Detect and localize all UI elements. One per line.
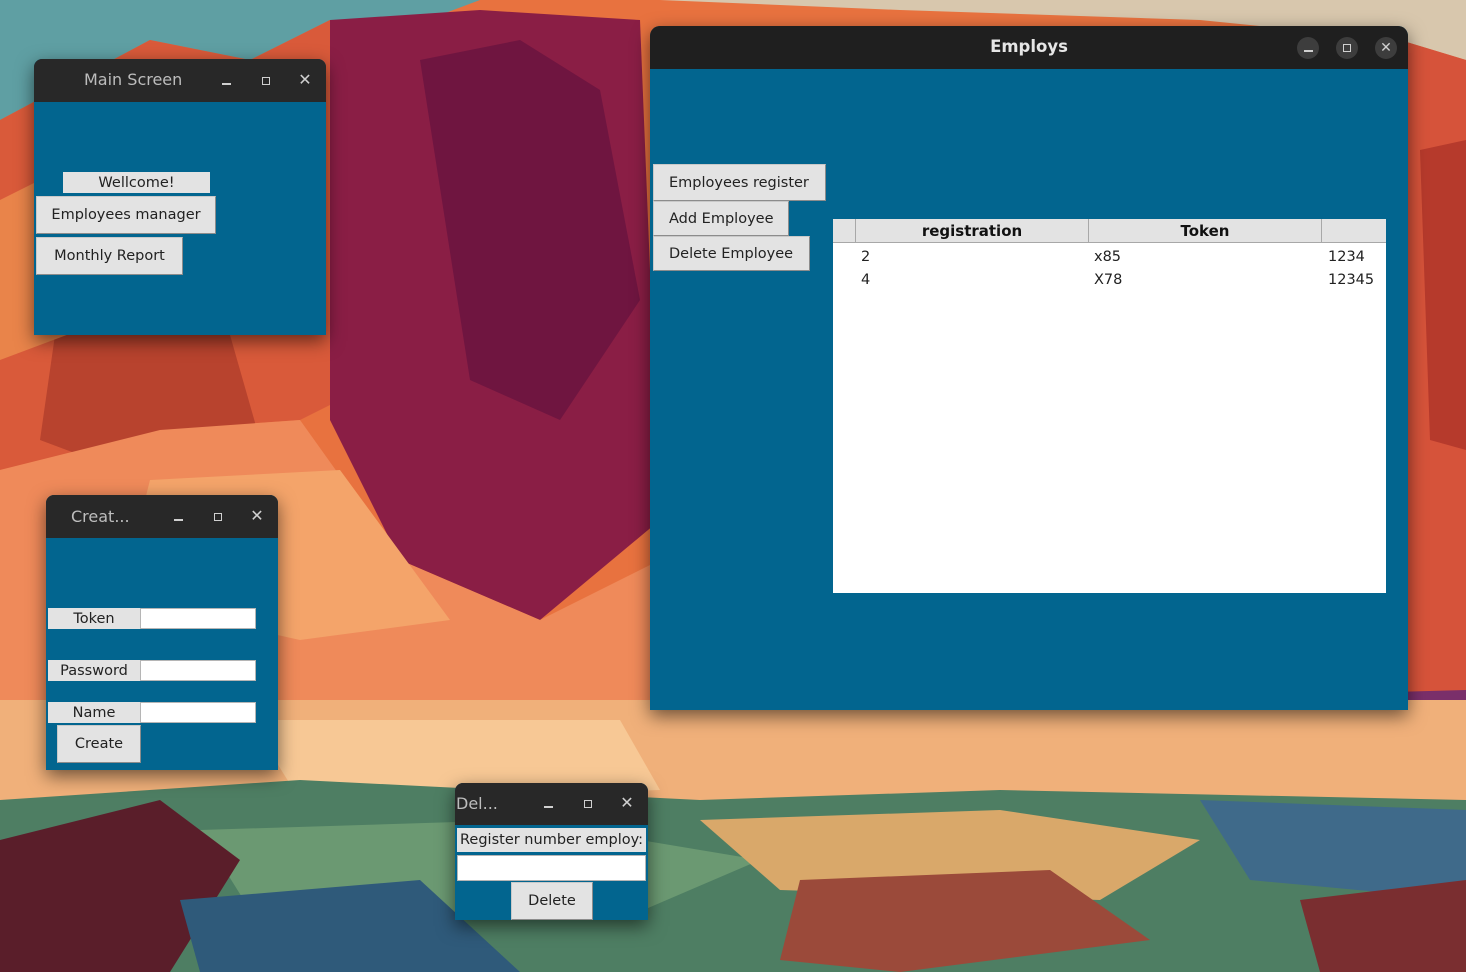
monthly-report-button[interactable]: Monthly Report: [36, 237, 183, 275]
password-label: Password: [48, 660, 140, 681]
register-number-label: Register number employ:: [457, 828, 646, 852]
minimize-icon[interactable]: [167, 506, 189, 528]
close-icon[interactable]: ✕: [294, 69, 316, 91]
welcome-label: Wellcome!: [63, 172, 210, 193]
main-screen-title: Main Screen: [84, 70, 183, 89]
table-header: registration Token: [833, 219, 1386, 243]
cell-registration: x85: [1094, 249, 1122, 265]
cell-registration: X78: [1094, 272, 1123, 288]
add-employee-button[interactable]: Add Employee: [653, 201, 789, 236]
employees-register-button[interactable]: Employees register: [653, 164, 826, 201]
minimize-icon[interactable]: [1297, 37, 1319, 59]
minimize-icon[interactable]: [215, 70, 237, 92]
employs-titlebar[interactable]: Employs ✕: [650, 26, 1408, 69]
employees-manager-button[interactable]: Employees manager: [36, 196, 216, 234]
delete-titlebar[interactable]: Del... ✕: [455, 783, 648, 825]
main-screen-titlebar[interactable]: Main Screen ✕: [34, 59, 326, 102]
close-icon[interactable]: ✕: [1375, 37, 1397, 59]
cell-token: 1234: [1328, 249, 1365, 265]
delete-button[interactable]: Delete: [511, 882, 593, 920]
column-header-registration[interactable]: registration: [856, 219, 1089, 243]
create-titlebar[interactable]: Creat... ✕: [46, 495, 278, 538]
employees-table[interactable]: registration Token 2 x85 1234 4 X78 1234…: [833, 219, 1386, 593]
cell-id: 4: [861, 272, 871, 288]
delete-window: Del... ✕ Register number employ: Delete: [455, 783, 648, 920]
column-header-tree[interactable]: [833, 219, 856, 243]
maximize-icon[interactable]: [577, 793, 599, 815]
create-title: Creat...: [71, 507, 130, 526]
register-number-input[interactable]: [457, 855, 646, 881]
create-button[interactable]: Create: [57, 725, 141, 763]
delete-title: Del...: [456, 794, 498, 813]
delete-employee-button[interactable]: Delete Employee: [653, 236, 810, 271]
column-header-extra[interactable]: [1322, 219, 1386, 243]
employs-title: Employs: [990, 37, 1068, 56]
name-input[interactable]: [140, 702, 256, 723]
close-icon[interactable]: ✕: [616, 792, 638, 814]
cell-id: 2: [861, 249, 871, 265]
token-label: Token: [48, 608, 140, 629]
column-header-token[interactable]: Token: [1089, 219, 1322, 243]
cell-token: 12345: [1328, 272, 1375, 288]
close-icon[interactable]: ✕: [246, 505, 268, 527]
minimize-icon[interactable]: [537, 793, 559, 815]
main-screen-window: Main Screen ✕ Wellcome! Employees manage…: [34, 59, 326, 335]
token-input[interactable]: [140, 608, 256, 629]
name-label: Name: [48, 702, 140, 723]
maximize-icon[interactable]: [1336, 37, 1358, 59]
create-window: Creat... ✕ Token Password Name Create: [46, 495, 278, 770]
maximize-icon[interactable]: [255, 70, 277, 92]
table-row[interactable]: 4 X78 12345: [833, 269, 1386, 291]
employs-window: Employs ✕ Employees register Add Employe…: [650, 26, 1408, 710]
maximize-icon[interactable]: [207, 506, 229, 528]
table-row[interactable]: 2 x85 1234: [833, 246, 1386, 268]
password-input[interactable]: [140, 660, 256, 681]
